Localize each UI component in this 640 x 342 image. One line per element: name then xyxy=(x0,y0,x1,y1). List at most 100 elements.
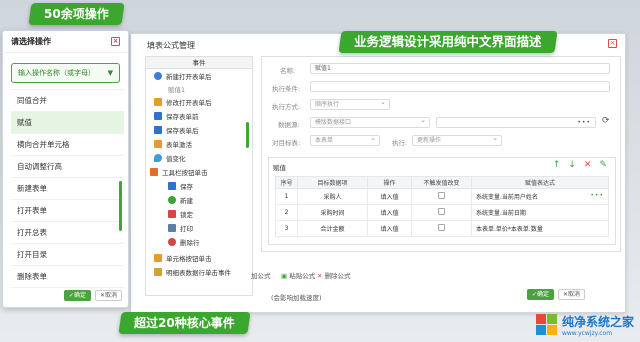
event-before-save[interactable]: 保存表单前 xyxy=(154,111,199,123)
mode-select[interactable]: 顺序执行 xyxy=(310,98,390,110)
checkbox[interactable] xyxy=(438,192,445,199)
save-icon xyxy=(154,112,162,120)
table-row[interactable]: 3 合计金额 填入值 本表单.单价*本表单.数量 xyxy=(275,220,609,237)
add-formula-link[interactable]: 加公式 xyxy=(251,270,271,280)
event-new-open[interactable]: 新建打开表单后 xyxy=(154,71,212,83)
operation-panel-title: 请选择操作 xyxy=(11,37,51,46)
save-icon xyxy=(154,126,162,134)
assignment-table: 序号 目标数据项 操作 不触发值改变 赋值表达式 1 采购人 填入值 系统变量.… xyxy=(275,176,609,237)
events-callout: 超过20种核心事件 xyxy=(118,312,251,334)
arrow-up-icon[interactable]: ↑ xyxy=(553,160,561,170)
doc-icon xyxy=(154,140,162,148)
paste-icon: ▣ xyxy=(281,272,290,280)
operation-panel-header: 请选择操作 × xyxy=(3,31,128,53)
source-expression-field[interactable]: ••• xyxy=(436,117,596,128)
close-icon[interactable]: × xyxy=(111,37,120,46)
watermark-name: 纯净系统之家 xyxy=(561,315,634,329)
arrow-down-icon[interactable]: ↓ xyxy=(568,160,576,170)
note-icon xyxy=(154,268,162,276)
list-item[interactable]: 自动调整行高 xyxy=(11,156,124,178)
business-logic-callout: 业务逻辑设计采用纯中文界面描述 xyxy=(338,31,558,53)
exec-label: 执行: xyxy=(392,139,408,147)
source-label: 数据源: xyxy=(278,121,300,129)
event-value-change[interactable]: 值变化 xyxy=(154,153,186,165)
source-select[interactable]: 模版数据接口 xyxy=(310,116,430,128)
plus-icon xyxy=(168,196,176,204)
list-item[interactable]: 打开总表 xyxy=(11,222,124,244)
list-item[interactable]: 打开表单 xyxy=(11,200,124,222)
list-item[interactable]: 新建表单 xyxy=(11,178,124,200)
delete-icon xyxy=(168,238,176,246)
drop-icon xyxy=(154,154,162,162)
event-assign-1[interactable]: 赋值1 xyxy=(168,84,185,96)
event-toolbar-click[interactable]: 工具栏按钮单击 xyxy=(150,167,208,179)
windows-logo-icon xyxy=(535,314,558,336)
ok-button[interactable]: ✓确定 xyxy=(63,290,91,301)
close-icon[interactable]: × xyxy=(608,39,617,48)
col-target: 目标数据项 xyxy=(297,176,368,189)
event-toolbar-save[interactable]: 保存 xyxy=(168,181,193,193)
person-icon xyxy=(154,72,162,80)
formula-form: 名称: 赋值1 执行条件: 执行方式: 顺序执行 数据源: 模版数据接口 •••… xyxy=(261,56,621,252)
paste-formula-link[interactable]: ▣ 粘贴公式 xyxy=(281,270,315,280)
more-icon[interactable]: ••• xyxy=(577,118,591,127)
target-select[interactable]: 本表单 xyxy=(310,134,380,146)
checkbox[interactable] xyxy=(438,208,445,215)
list-item[interactable]: 同值合并 xyxy=(11,90,124,112)
event-detail-row-click[interactable]: 明细表数据行单击事件 xyxy=(154,267,231,279)
delete-icon: ✕ xyxy=(317,272,325,280)
operation-scrollbar[interactable] xyxy=(119,181,122,231)
list-item[interactable]: 赋值 xyxy=(11,112,124,134)
print-icon xyxy=(168,224,176,232)
grid-toolbar: ↑ ↓ ✕ ✎ xyxy=(553,160,607,170)
edit-icon[interactable]: ✎ xyxy=(599,160,607,170)
name-label: 名称: xyxy=(280,67,296,75)
col-no-trigger: 不触发值改变 xyxy=(411,176,472,189)
event-after-save[interactable]: 保存表单后 xyxy=(154,125,199,137)
delete-formula-link[interactable]: ✕ 删除公式 xyxy=(317,270,351,280)
ok-button[interactable]: ✓确定 xyxy=(526,289,554,300)
events-header: 事件 xyxy=(146,57,252,69)
mode-label: 执行方式: xyxy=(272,103,301,111)
col-no: 序号 xyxy=(275,176,298,189)
edit-doc-icon xyxy=(154,98,162,106)
tools-icon xyxy=(150,168,158,176)
operation-panel: 请选择操作 × 输入操作名称（或字母） ▼ 同值合并 赋值 横向合并单元格 自动… xyxy=(2,30,129,308)
events-scrollbar[interactable] xyxy=(246,122,249,148)
doc-icon xyxy=(154,254,162,262)
operation-panel-footer: ✓确定 ✕取消 xyxy=(63,290,122,301)
cancel-button[interactable]: ✕取消 xyxy=(557,289,585,300)
event-toolbar-print[interactable]: 打印 xyxy=(168,223,193,235)
assignment-grid: 赋值 ↑ ↓ ✕ ✎ 序号 目标数据项 操作 不触发值改变 赋值表达式 1 采购… xyxy=(268,157,616,245)
event-cell-button[interactable]: 单元格按钮单击 xyxy=(154,253,212,265)
list-item[interactable]: 横向合并单元格 xyxy=(11,134,124,156)
more-icon[interactable]: ••• xyxy=(590,192,604,199)
list-item[interactable]: 打开目录 xyxy=(11,244,124,266)
event-activate[interactable]: 表单激活 xyxy=(154,139,192,151)
name-field[interactable]: 赋值1 xyxy=(310,63,610,74)
formula-manager-window: 填表公式管理 × 事件 新建打开表单后 赋值1 修改打开表单后 保存表单前 保存… xyxy=(130,33,626,313)
event-toolbar-lock[interactable]: 锁定 xyxy=(168,209,193,221)
event-modify-open[interactable]: 修改打开表单后 xyxy=(154,97,212,109)
cancel-button[interactable]: ✕取消 xyxy=(94,290,122,301)
event-toolbar-new[interactable]: 新建 xyxy=(168,195,193,207)
exec-select[interactable]: 更新操作 xyxy=(412,134,502,146)
col-op: 操作 xyxy=(367,176,412,189)
list-item[interactable]: 删除表单 xyxy=(11,266,124,288)
grid-title: 赋值 xyxy=(273,164,286,172)
condition-field[interactable] xyxy=(310,81,610,92)
condition-label: 执行条件: xyxy=(272,85,301,93)
table-row[interactable]: 2 采购时间 填入值 系统变量.当前日期 xyxy=(275,204,609,221)
col-expr: 赋值表达式 xyxy=(471,176,609,189)
events-tree: 事件 新建打开表单后 赋值1 修改打开表单后 保存表单前 保存表单后 表单激活 … xyxy=(145,56,253,296)
delete-icon[interactable]: ✕ xyxy=(584,160,592,170)
window-title: 填表公式管理 xyxy=(147,41,195,50)
chevron-down-icon: ▼ xyxy=(107,69,113,77)
table-row[interactable]: 1 采购人 填入值 系统变量.当前用户姓名 ••• xyxy=(275,188,609,205)
refresh-icon[interactable]: ⟳ xyxy=(602,116,610,126)
checkbox[interactable] xyxy=(438,224,445,231)
lock-icon xyxy=(168,210,176,218)
event-toolbar-delete-row[interactable]: 删除行 xyxy=(168,237,200,249)
operation-search-select[interactable]: 输入操作名称（或字母） ▼ xyxy=(11,63,120,83)
save-icon xyxy=(168,182,176,190)
